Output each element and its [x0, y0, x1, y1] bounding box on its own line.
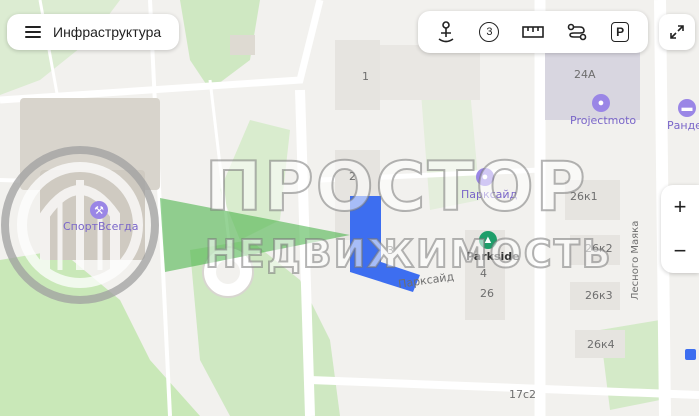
- ruler-icon[interactable]: [518, 17, 548, 47]
- zoom-in-button[interactable]: +: [661, 185, 699, 229]
- building: [380, 45, 480, 100]
- map-toolbar: 3 P: [418, 11, 648, 53]
- building-number: 24А: [574, 68, 596, 81]
- menu-icon: [25, 23, 41, 41]
- street-label: Лесного Маяка: [630, 220, 641, 300]
- zoom-control: + −: [661, 185, 699, 273]
- watermark-title: ПРОСТОР: [204, 147, 588, 228]
- hotel-icon[interactable]: ▬: [678, 99, 696, 117]
- building-number: 26к3: [585, 289, 613, 302]
- poi-label[interactable]: СпортВсегда: [63, 220, 138, 233]
- infrastructure-label: Инфраструктура: [53, 24, 162, 40]
- traffic-score-icon[interactable]: 3: [474, 17, 504, 47]
- zoom-out-button[interactable]: −: [661, 229, 699, 273]
- infrastructure-button[interactable]: Инфраструктура: [7, 14, 179, 50]
- panorama-icon[interactable]: [431, 17, 461, 47]
- building-number: 1: [362, 70, 369, 83]
- bus-stop-icon[interactable]: [685, 349, 696, 360]
- sport-icon[interactable]: ⚒: [90, 201, 108, 219]
- fullscreen-button[interactable]: [659, 14, 695, 50]
- building: [230, 35, 255, 55]
- building-number: 17с2: [509, 388, 537, 401]
- expand-icon: [670, 25, 684, 39]
- poi-label[interactable]: Ранде: [667, 119, 699, 132]
- parking-icon[interactable]: P: [605, 17, 635, 47]
- building-number: 26к4: [587, 338, 615, 351]
- building: [335, 40, 380, 110]
- building-number: 26: [480, 287, 494, 300]
- moto-icon[interactable]: ●: [592, 94, 610, 112]
- map-view[interactable]: 1 2 3 4 26 24А 26к1 26к2 26к3 26к4 17с2 …: [0, 0, 699, 416]
- watermark-subtitle: НЕДВИЖИМОСТЬ: [204, 231, 613, 277]
- route-icon[interactable]: [562, 17, 592, 47]
- poi-label[interactable]: Projectmoto: [570, 114, 636, 127]
